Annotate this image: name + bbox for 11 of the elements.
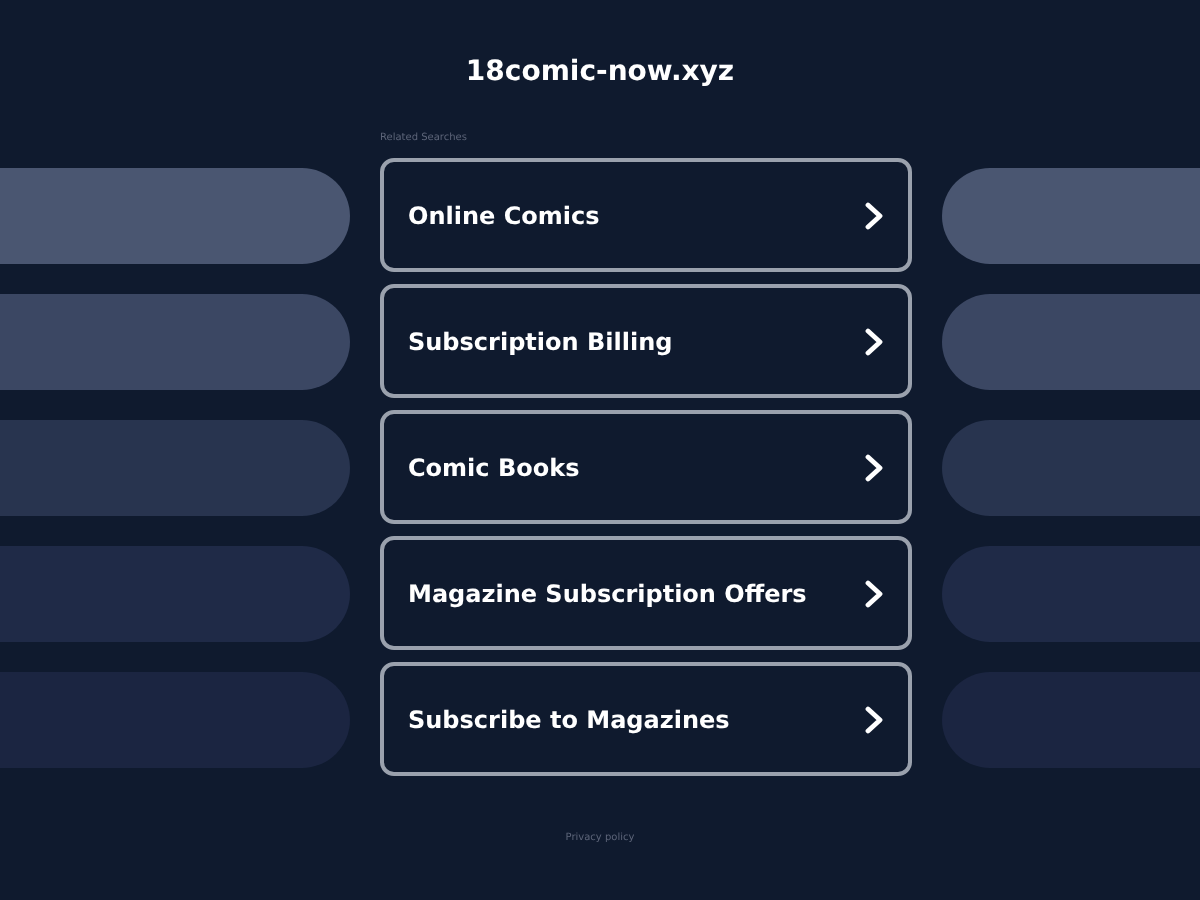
domain-title: 18comic-now.xyz [465, 56, 735, 92]
chevron-right-icon [864, 453, 884, 481]
chevron-right-icon [864, 705, 884, 733]
search-link-button[interactable]: Subscribe to Magazines [380, 662, 912, 776]
search-link-button[interactable]: Subscription Billing [380, 284, 912, 398]
chevron-right-icon [864, 201, 884, 229]
chevron-right-icon [864, 579, 884, 607]
chevron-right-icon [864, 327, 884, 355]
search-link-button[interactable]: Online Comics [380, 158, 912, 272]
search-link-button[interactable]: Magazine Subscription Offers [380, 536, 912, 650]
search-link-button[interactable]: Comic Books [380, 410, 912, 524]
